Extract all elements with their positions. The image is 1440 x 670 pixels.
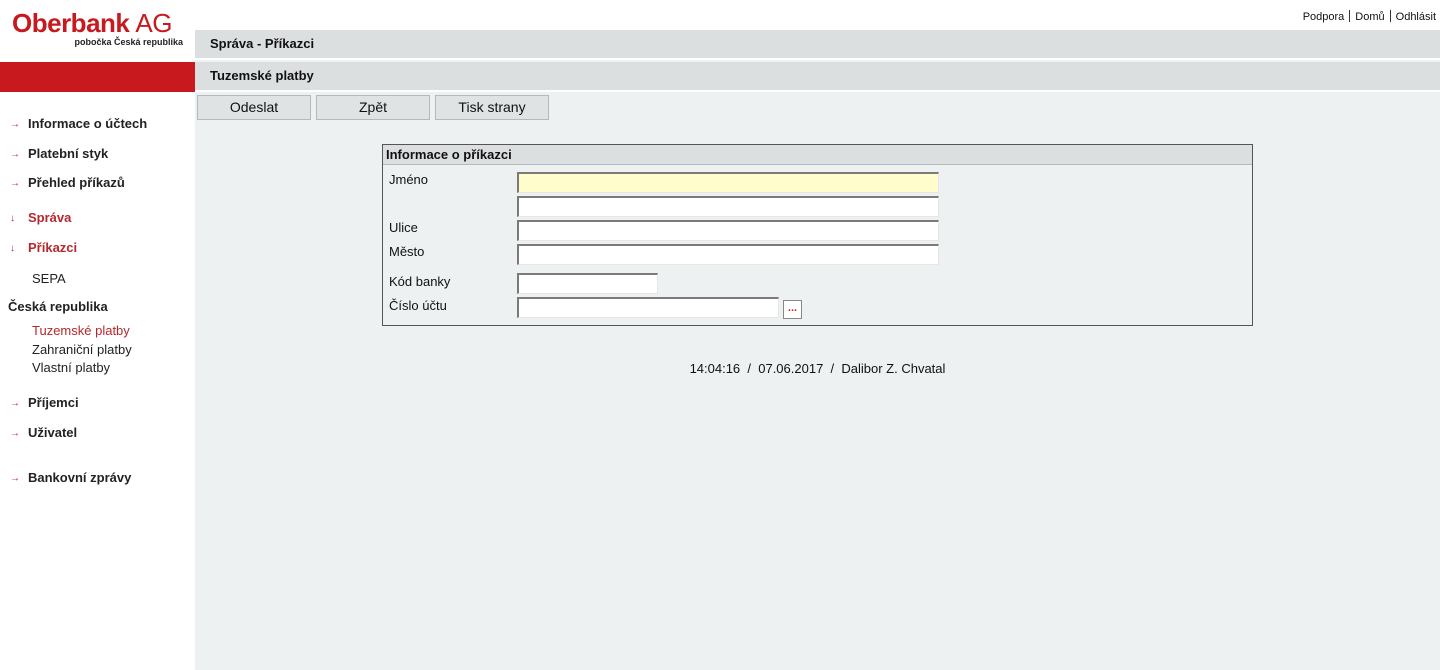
- nav-item-foreign-payments[interactable]: Zahraniční platby: [32, 342, 132, 357]
- nav-group-czech-republic: Česká republika: [8, 299, 108, 314]
- arrow-right-icon: →: [10, 119, 20, 130]
- support-link[interactable]: Podpora: [1303, 11, 1345, 23]
- top-bar: Podpora Domů Odhlásit: [195, 0, 1440, 30]
- home-link[interactable]: Domů: [1355, 11, 1384, 23]
- nav-item-account-info[interactable]: → Informace o účtech: [10, 116, 147, 131]
- nav-item-domestic-payments[interactable]: Tuzemské platby: [32, 323, 130, 338]
- logo-suffix: AG: [135, 8, 172, 38]
- payer-info-panel: Informace o příkazci Jméno Ulice Město K…: [382, 144, 1253, 326]
- oberbank-logo[interactable]: Oberbank AG pobočka Česká republika: [12, 8, 187, 54]
- nav-item-user[interactable]: → Uživatel: [10, 425, 77, 440]
- nav-item-recipients[interactable]: → Příjemci: [10, 395, 79, 410]
- nav-item-admin[interactable]: ↓ Správa: [10, 210, 71, 225]
- city-field[interactable]: [517, 244, 939, 265]
- arrow-down-icon: ↓: [10, 243, 15, 254]
- sidebar: Oberbank AG pobočka Česká republika → Info…: [0, 0, 195, 670]
- footer-date: 07.06.2017: [758, 361, 824, 376]
- name-field-line1[interactable]: [517, 172, 939, 193]
- main-content: Podpora Domů Odhlásit Správa - Příkazci Tu…: [195, 0, 1440, 670]
- account-lookup-button[interactable]: ...: [783, 300, 802, 319]
- nav-item-label: Přehled příkazů: [28, 175, 125, 190]
- top-links: Podpora Domů Odhlásit: [1303, 10, 1436, 23]
- nav-item-label: Platební styk: [28, 146, 109, 161]
- nav-item-label: Uživatel: [28, 425, 78, 440]
- footer-time: 14:04:16: [689, 361, 741, 376]
- account-number-field[interactable]: [517, 297, 779, 318]
- arrow-down-icon: ↓: [10, 213, 15, 224]
- nav-item-payments[interactable]: → Platební styk: [10, 146, 108, 161]
- arrow-right-icon: →: [10, 178, 20, 189]
- logo-subtitle: pobočka Česká republika: [74, 37, 183, 47]
- link-divider: [1349, 10, 1351, 22]
- nav-item-label: Příjemci: [28, 395, 79, 410]
- send-button[interactable]: Odeslat: [197, 95, 311, 120]
- street-field[interactable]: [517, 220, 939, 241]
- logo-name: Oberbank: [12, 8, 130, 38]
- logo-wordmark: Oberbank AG: [12, 8, 172, 38]
- panel-title: Informace o příkazci: [383, 145, 1252, 165]
- name-field-line2[interactable]: [517, 196, 939, 217]
- nav-item-label: Informace o účtech: [28, 116, 148, 131]
- nav-item-label: Bankovní zprávy: [28, 470, 132, 485]
- nav-item-label: Správa: [28, 210, 72, 225]
- back-button[interactable]: Zpět: [316, 95, 430, 120]
- nav-item-own-payments[interactable]: Vlastní platby: [32, 360, 110, 375]
- nav-item-sepa[interactable]: SEPA: [32, 271, 66, 286]
- city-label: Město: [389, 244, 425, 259]
- bank-code-field[interactable]: [517, 273, 658, 294]
- arrow-right-icon: →: [10, 428, 20, 439]
- bank-code-label: Kód banky: [389, 274, 451, 289]
- nav-item-bank-reports[interactable]: → Bankovní zprávy: [10, 470, 131, 485]
- name-label: Jméno: [389, 172, 429, 187]
- print-page-button[interactable]: Tisk strany: [435, 95, 549, 120]
- footer-user: Dalibor Z. Chvatal: [841, 361, 946, 376]
- link-divider: [1389, 10, 1391, 22]
- subsection-header: Tuzemské platby: [195, 62, 1440, 92]
- arrow-right-icon: →: [10, 473, 20, 484]
- logout-link[interactable]: Odhlásit: [1396, 11, 1436, 23]
- nav-item-label: Příkazci: [28, 240, 78, 255]
- account-number-label: Číslo účtu: [389, 298, 447, 313]
- session-footer: 14:04:16 / 07.06.2017 / Dalibor Z. Chvat…: [689, 361, 946, 376]
- street-label: Ulice: [389, 220, 418, 235]
- nav-item-orders-overview[interactable]: → Přehled příkazů: [10, 175, 125, 190]
- section-header: Správa - Příkazci: [195, 30, 1440, 60]
- nav-item-payers[interactable]: ↓ Příkazci: [10, 240, 77, 255]
- arrow-right-icon: →: [10, 398, 20, 409]
- arrow-right-icon: →: [10, 149, 20, 160]
- brand-red-bar: [0, 62, 195, 92]
